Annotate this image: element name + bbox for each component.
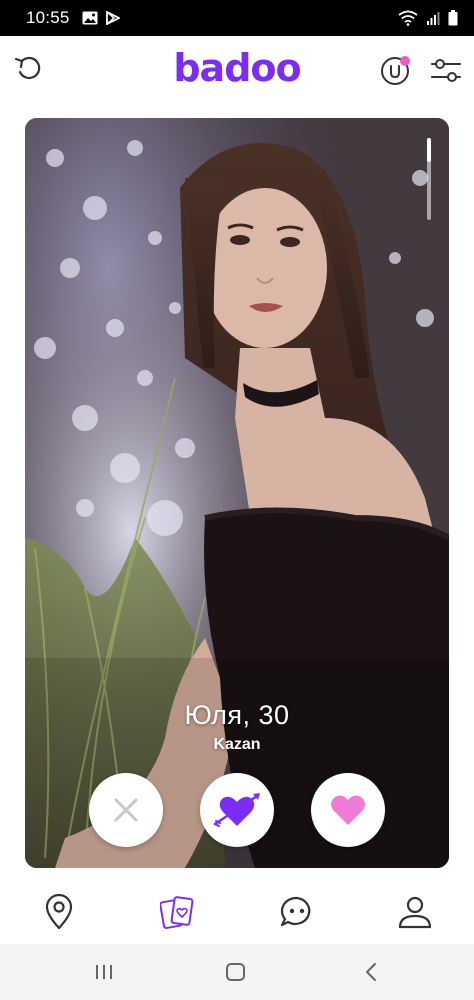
battery-icon [448, 10, 458, 26]
system-back-button[interactable] [360, 960, 388, 984]
filter-sliders-icon [431, 59, 461, 82]
image-icon [82, 11, 98, 25]
heart-arrow-icon [213, 793, 260, 827]
nav-profile[interactable] [395, 894, 435, 934]
app-header: badoo [0, 36, 474, 104]
crush-button[interactable] [200, 773, 274, 847]
profile-name-age: Юля, 30 [184, 700, 290, 730]
system-nav-bar [0, 944, 474, 1000]
photo-scroll-indicator [427, 138, 431, 220]
bottom-nav [0, 880, 474, 944]
location-pin-icon [45, 894, 73, 930]
nav-encounters[interactable] [158, 894, 198, 934]
cards-icon [160, 896, 194, 929]
signal-icon [426, 11, 440, 25]
back-icon [366, 963, 376, 981]
heart-icon [331, 795, 365, 825]
chat-bubble-icon [280, 896, 311, 927]
dislike-button[interactable] [89, 773, 163, 847]
status-time: 10:55 [26, 8, 70, 27]
home-icon [226, 963, 245, 981]
nav-chats[interactable] [277, 894, 317, 934]
play-store-icon [105, 11, 120, 25]
wifi-icon [398, 10, 418, 26]
filter-button[interactable] [428, 53, 464, 89]
profile-photo [25, 118, 449, 868]
home-button[interactable] [224, 960, 252, 984]
nav-nearby[interactable] [39, 894, 79, 934]
encounters-badge-icon [381, 56, 410, 85]
close-icon [114, 798, 138, 822]
profile-card[interactable]: Юля, 30 Kazan [25, 118, 449, 868]
like-button[interactable] [311, 773, 385, 847]
person-icon [398, 896, 432, 929]
recents-icon [96, 965, 112, 979]
encounters-badge-button[interactable] [378, 52, 414, 88]
recents-button[interactable] [92, 960, 120, 984]
status-bar: 10:55 [0, 0, 474, 36]
profile-city: Kazan [213, 736, 261, 753]
